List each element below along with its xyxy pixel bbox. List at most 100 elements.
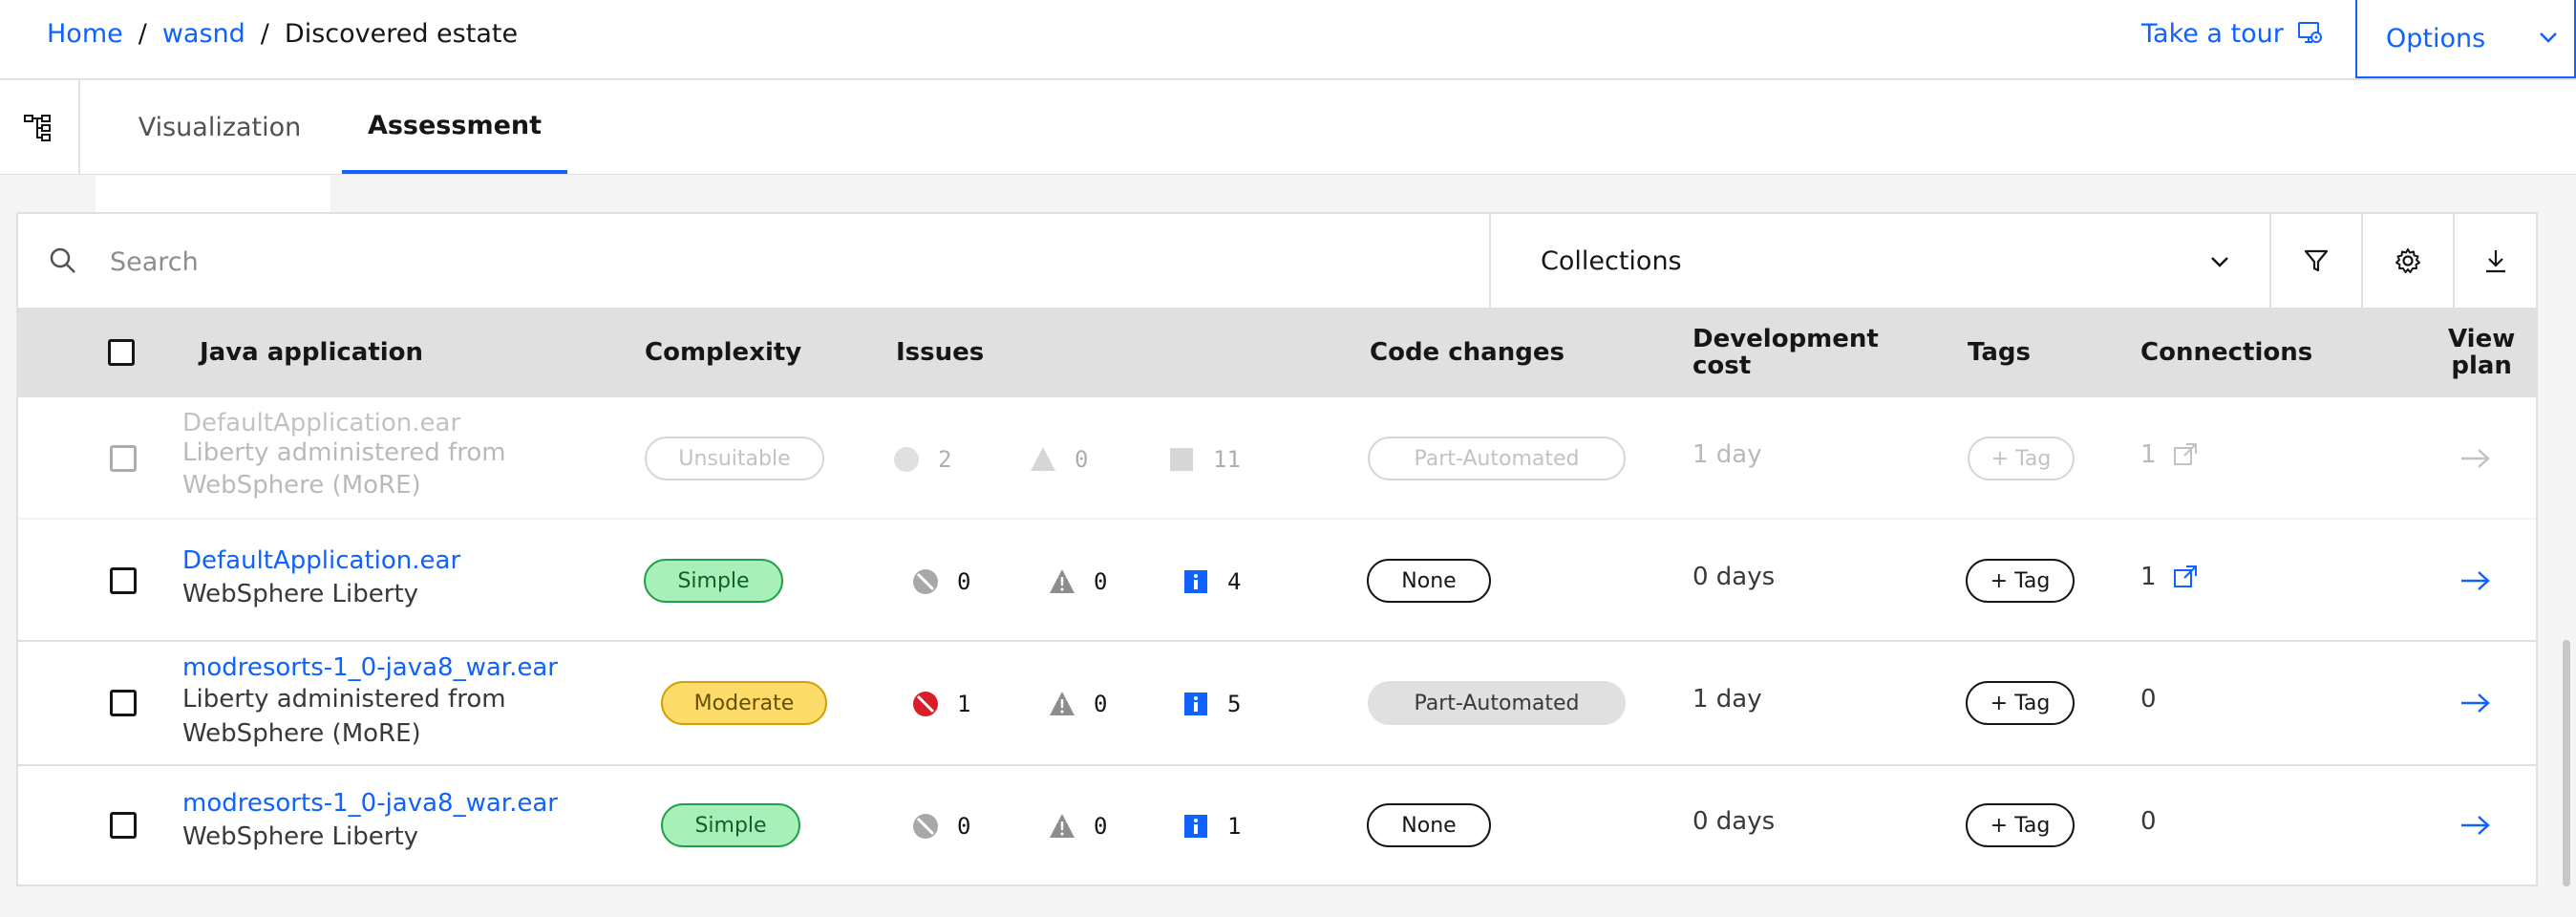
add-tag-button[interactable]: + Tag [1966, 803, 2075, 847]
column-header-complexity[interactable]: Complexity [645, 308, 801, 397]
options-label: Options [2386, 23, 2486, 53]
add-tag-button[interactable]: + Tag [1966, 681, 2075, 725]
info-issues-value: 4 [1227, 568, 1242, 595]
connections-count: 1 [2140, 440, 2199, 469]
app-runtime: Liberty administered from [182, 685, 506, 714]
development-cost: 1 day [1692, 685, 1762, 714]
connections-value: 1 [2140, 440, 2157, 469]
breadcrumb-project-link[interactable]: wasnd [162, 19, 245, 49]
breadcrumb-separator: / [138, 18, 147, 49]
collections-dropdown[interactable]: Collections [1489, 214, 2269, 308]
download-icon [2485, 250, 2505, 273]
info-icon [1184, 815, 1207, 838]
settings-button[interactable] [2361, 214, 2453, 308]
column-header-issues[interactable]: Issues [896, 308, 984, 397]
warning-issues-count: 0 [1048, 567, 1107, 596]
applications-table: Collections Java application [16, 212, 2538, 886]
column-header-connections[interactable]: Connections [2140, 308, 2312, 397]
row-checkbox [110, 445, 137, 472]
warning-issues-value: 0 [1075, 446, 1089, 473]
panel-stub [96, 176, 330, 212]
tab-assessment[interactable]: Assessment [342, 80, 567, 174]
critical-issues-value: 1 [957, 691, 971, 717]
critical-icon [894, 447, 919, 472]
filter-button[interactable] [2269, 214, 2361, 308]
vertical-scrollbar[interactable] [2563, 640, 2570, 886]
table-row: modresorts-1_0-java8_war.ear WebSphere L… [18, 766, 2536, 885]
options-dropdown[interactable]: Options [2355, 0, 2576, 78]
connections-value: 0 [2140, 807, 2157, 836]
app-name-link[interactable]: modresorts-1_0-java8_war.ear [182, 653, 558, 682]
code-changes-badge: Part-Automated [1368, 681, 1626, 725]
column-header-code-changes[interactable]: Code changes [1370, 308, 1565, 397]
info-issues-value: 11 [1213, 446, 1241, 473]
breadcrumb-home-link[interactable]: Home [47, 19, 123, 49]
row-checkbox[interactable] [110, 567, 137, 594]
critical-icon [913, 814, 938, 839]
column-header-development-cost[interactable]: Development cost [1692, 308, 1879, 397]
table-row: DefaultApplication.ear WebSphere Liberty… [18, 520, 2536, 642]
warning-issues-count: 0 [1048, 690, 1107, 718]
warning-issues-value: 0 [1094, 568, 1108, 595]
complexity-badge: Unsuitable [645, 437, 824, 480]
tree-view-button[interactable] [0, 80, 80, 174]
add-tag-button[interactable]: + Tag [1966, 559, 2075, 603]
search-input[interactable] [108, 235, 1449, 288]
development-cost: 1 day [1692, 440, 1762, 469]
code-changes-badge: None [1367, 559, 1491, 603]
arrow-right-icon[interactable] [2459, 692, 2492, 714]
breadcrumb-current: Discovered estate [284, 18, 519, 49]
connections-value: 1 [2140, 563, 2157, 591]
warning-icon [1031, 447, 1055, 471]
column-header-tags[interactable]: Tags [1968, 308, 2031, 397]
connections-value: 0 [2140, 685, 2157, 714]
collections-label: Collections [1541, 245, 1682, 276]
info-icon [1184, 570, 1207, 593]
app-name-link[interactable]: modresorts-1_0-java8_war.ear [182, 789, 558, 818]
info-issues-count: 5 [1182, 690, 1241, 718]
development-cost: 0 days [1692, 807, 1776, 836]
top-bar: Home / wasnd / Discovered estate Take a … [0, 0, 2576, 80]
arrow-right-icon [2461, 449, 2490, 468]
connections-count: 0 [2140, 685, 2157, 714]
table-header: Java application Complexity Issues Code … [18, 308, 2536, 397]
info-issues-value: 5 [1227, 691, 1242, 717]
code-changes-badge: Part-Automated [1368, 437, 1626, 480]
download-button[interactable] [2453, 214, 2536, 308]
app-runtime: WebSphere Liberty [182, 822, 419, 851]
breadcrumb-separator: / [260, 18, 269, 49]
tab-visualization[interactable]: Visualization [96, 80, 344, 174]
app-runtime-line2: WebSphere (MoRE) [182, 471, 421, 500]
warning-icon [1050, 569, 1075, 593]
arrow-right-icon[interactable] [2459, 569, 2492, 592]
code-changes-badge: None [1367, 803, 1491, 847]
take-a-tour-label: Take a tour [2141, 18, 2284, 49]
column-header-java-application[interactable]: Java application [200, 308, 423, 397]
take-a-tour-button[interactable]: Take a tour [2141, 0, 2324, 67]
column-header-development-cost-line1: Development [1692, 325, 1879, 353]
info-icon [1170, 448, 1193, 471]
app-runtime: WebSphere Liberty [182, 580, 419, 608]
critical-issues-count: 0 [911, 812, 970, 841]
column-header-view-plan-line2: plan [2451, 352, 2512, 380]
complexity-badge: Simple [661, 803, 800, 847]
column-header-view-plan[interactable]: View plan [2448, 308, 2515, 397]
info-issues-count: 1 [1182, 812, 1241, 841]
warning-issues-count: 0 [1029, 445, 1088, 474]
critical-issues-value: 0 [957, 813, 971, 840]
critical-issues-value: 0 [957, 568, 971, 595]
breadcrumb: Home / wasnd / Discovered estate [47, 0, 518, 67]
external-link-icon[interactable] [2172, 564, 2199, 590]
row-checkbox[interactable] [110, 812, 137, 839]
search-icon [50, 247, 75, 273]
chevron-down-icon [2540, 32, 2557, 43]
filter-icon [2304, 249, 2329, 272]
select-all-checkbox[interactable] [108, 339, 135, 366]
add-tag-button: + Tag [1968, 437, 2075, 480]
tree-view-icon [24, 115, 51, 141]
arrow-right-icon[interactable] [2459, 814, 2492, 837]
gear-icon [2395, 248, 2420, 273]
row-checkbox[interactable] [110, 690, 137, 716]
app-name-link[interactable]: DefaultApplication.ear [182, 546, 460, 575]
external-link-icon [2173, 443, 2197, 465]
